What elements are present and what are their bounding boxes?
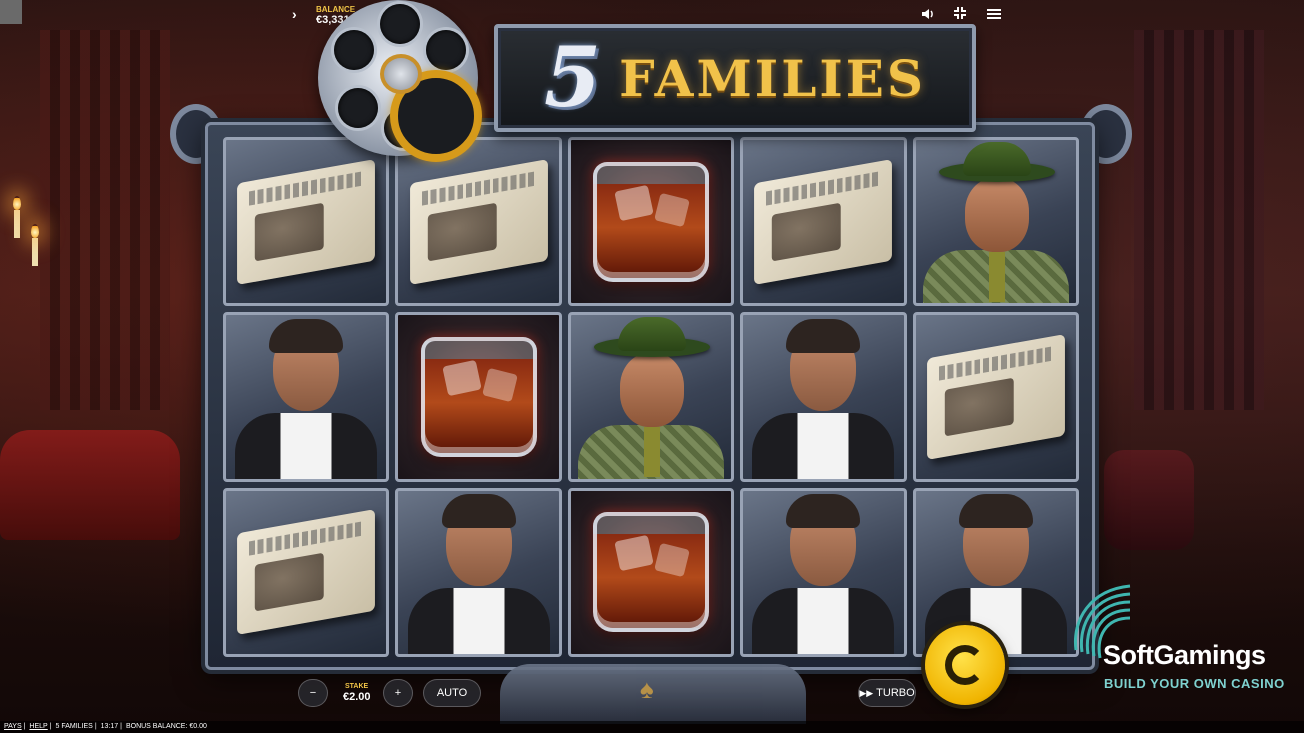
game-name: 5 FAMILIES bbox=[55, 723, 93, 730]
corner-tab[interactable] bbox=[0, 0, 22, 24]
reel-grid bbox=[223, 137, 1079, 657]
clock: 13:17 bbox=[100, 723, 119, 730]
turbo-button[interactable]: ▶▶ TURBO bbox=[858, 679, 916, 707]
stake-value: €2.00 bbox=[343, 691, 371, 703]
gangster-body bbox=[235, 412, 378, 479]
reel-cell bbox=[567, 312, 735, 482]
cylinder-hub bbox=[380, 54, 422, 94]
logo-number: 5 bbox=[544, 30, 602, 126]
reel-cell bbox=[740, 487, 907, 657]
auto-label: AUTO bbox=[436, 687, 468, 699]
hamburger-icon[interactable] bbox=[985, 6, 1003, 24]
separator: | bbox=[94, 723, 97, 730]
spin-arrows-icon bbox=[945, 645, 985, 685]
boss-head bbox=[619, 352, 684, 427]
boss-tie bbox=[643, 426, 660, 477]
reel-cell bbox=[912, 487, 1079, 657]
curtain-right bbox=[1134, 30, 1264, 410]
newspaper-symbol bbox=[237, 158, 376, 285]
gangster-symbol bbox=[231, 317, 381, 479]
balance-label: BALANCE bbox=[316, 5, 356, 14]
gangster-body bbox=[752, 588, 895, 654]
chamber bbox=[338, 88, 378, 128]
gangster-hair bbox=[958, 494, 1033, 529]
plus-label: + bbox=[394, 687, 402, 699]
separator: | bbox=[23, 723, 26, 730]
gangster-hair bbox=[441, 494, 516, 529]
logo-word: FAMILIES bbox=[619, 48, 926, 108]
speaker-icon[interactable] bbox=[919, 6, 937, 24]
whisky-glass-symbol bbox=[420, 336, 537, 457]
gangster-hair bbox=[269, 318, 344, 353]
help-link[interactable]: HELP bbox=[29, 723, 47, 730]
reel-cell bbox=[567, 487, 735, 657]
reel-cell bbox=[223, 137, 390, 307]
boss-symbol bbox=[576, 316, 726, 479]
candle-flame bbox=[13, 196, 21, 210]
newspaper-symbol bbox=[237, 509, 376, 636]
reel-cell bbox=[395, 487, 562, 657]
gangster-body bbox=[407, 588, 550, 654]
auto-button[interactable]: AUTO bbox=[423, 679, 481, 707]
reel-cell bbox=[912, 312, 1079, 482]
reel-cell bbox=[395, 312, 562, 482]
softgamings-watermark: SoftGamings BUILD YOUR OWN CASINO bbox=[1070, 580, 1300, 700]
boss-tie bbox=[988, 251, 1005, 302]
boss-hat-crown bbox=[962, 141, 1031, 176]
pays-link[interactable]: PAYS bbox=[4, 723, 22, 730]
reel-cell bbox=[223, 487, 390, 657]
newspaper-symbol bbox=[409, 158, 548, 285]
collapse-icon[interactable] bbox=[951, 6, 969, 24]
reel-cell bbox=[740, 137, 907, 307]
whisky-glass-symbol bbox=[592, 512, 709, 633]
reel-cell bbox=[395, 137, 562, 307]
fast-forward-icon: ▶▶ bbox=[859, 687, 874, 698]
chevron-right-icon[interactable]: › bbox=[292, 6, 297, 22]
watermark-tagline: BUILD YOUR OWN CASINO bbox=[1104, 676, 1285, 691]
stake-increase-button[interactable]: + bbox=[383, 679, 413, 707]
reel-cell bbox=[740, 312, 907, 482]
bottom-ornament bbox=[500, 664, 806, 724]
gangster-symbol bbox=[921, 492, 1071, 654]
curtain-left bbox=[40, 30, 170, 410]
spin-button[interactable] bbox=[925, 625, 1005, 705]
newspaper-symbol bbox=[754, 158, 893, 285]
gangster-symbol bbox=[748, 317, 898, 479]
minus-label: − bbox=[309, 687, 317, 699]
reel-cell bbox=[223, 312, 390, 482]
candle bbox=[14, 210, 20, 238]
stake-label: STAKE bbox=[345, 683, 369, 690]
whisky-glass-symbol bbox=[592, 161, 709, 282]
chair-right bbox=[1104, 450, 1194, 550]
gangster-symbol bbox=[748, 492, 898, 654]
newspaper-symbol bbox=[926, 334, 1065, 460]
reel-cell bbox=[912, 137, 1079, 307]
boss-head bbox=[964, 177, 1029, 252]
separator: | bbox=[120, 723, 122, 730]
sofa-left bbox=[0, 430, 180, 540]
boss-hat-crown bbox=[617, 316, 686, 351]
gangster-hair bbox=[786, 494, 861, 529]
chamber bbox=[426, 30, 466, 70]
candle-flame bbox=[31, 224, 39, 238]
game-logo: 5 FAMILIES bbox=[494, 24, 976, 132]
stake-decrease-button[interactable]: − bbox=[298, 679, 328, 707]
watermark-name: SoftGamings bbox=[1103, 640, 1266, 670]
candle bbox=[32, 238, 38, 266]
gangster-body bbox=[752, 412, 895, 479]
separator: | bbox=[49, 723, 52, 730]
status-bar: PAYS | HELP | 5 FAMILIES | 13:17 | BONUS BAL… bbox=[0, 721, 1304, 733]
gangster-symbol bbox=[404, 492, 554, 654]
boss-symbol bbox=[921, 141, 1071, 304]
turbo-label: TURBO bbox=[876, 687, 915, 699]
chamber bbox=[380, 4, 420, 44]
bonus-balance: BONUS BALANCE: €0.00 bbox=[125, 723, 207, 730]
chamber bbox=[334, 30, 374, 70]
gangster-hair bbox=[786, 318, 861, 353]
reel-cell bbox=[567, 137, 735, 307]
